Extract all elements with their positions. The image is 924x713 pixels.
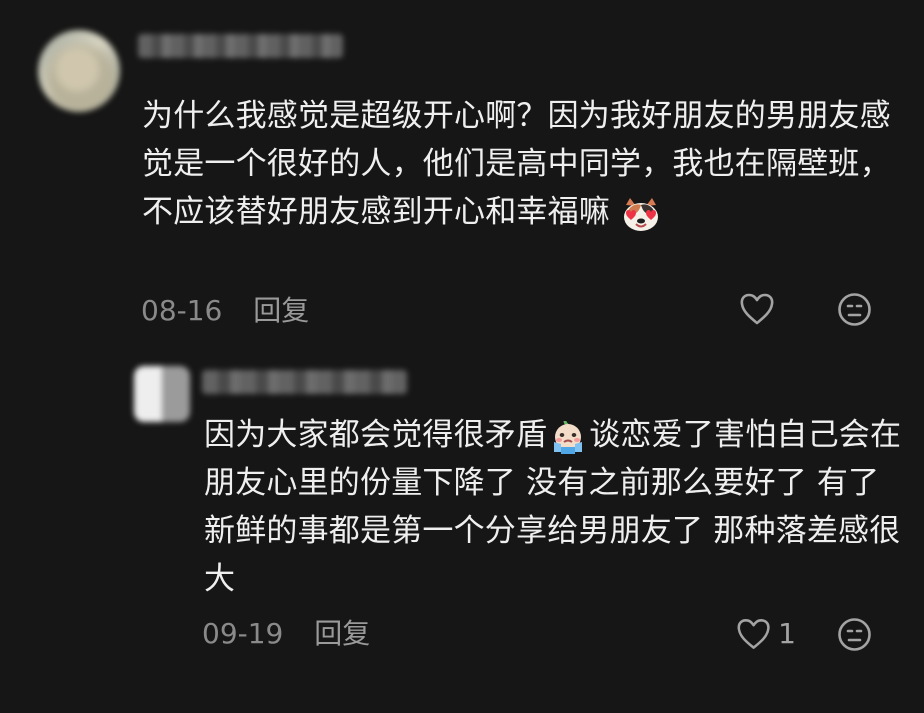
comment-date: 08-16 <box>141 294 223 327</box>
heart-eyes-cat-emoji-icon <box>620 197 662 233</box>
reply-avatar[interactable] <box>134 366 190 422</box>
reply-meta: 09-19 回复 <box>202 617 370 651</box>
reply-button[interactable]: 回复 <box>253 294 309 327</box>
comment-text: 为什么我感觉是超级开心啊？因为我好朋友的男朋友感觉是一个很好的人，他们是高中同学… <box>142 92 902 236</box>
username-blurred[interactable] <box>138 34 343 58</box>
like-button[interactable] <box>739 292 775 326</box>
comment-meta: 08-16 回复 <box>141 294 309 328</box>
neutral-face-icon <box>838 293 871 326</box>
dislike-button[interactable] <box>837 292 872 327</box>
reply-username-blurred[interactable] <box>202 370 407 394</box>
reply-body-start: 因为大家都会觉得很矛盾 <box>204 417 548 453</box>
reply-like-button[interactable]: 1 <box>736 617 796 651</box>
reply-date: 09-19 <box>202 617 284 650</box>
neutral-face-icon <box>838 618 871 651</box>
reply-button[interactable]: 回复 <box>314 617 370 650</box>
heart-outline-icon <box>737 619 770 649</box>
comment-body: 为什么我感觉是超级开心啊？因为我好朋友的男朋友感觉是一个很好的人，他们是高中同学… <box>142 98 891 230</box>
heart-outline-icon <box>740 293 774 325</box>
worried-baby-emoji-icon <box>549 419 587 455</box>
reply-text: 因为大家都会觉得很矛盾 谈恋爱了害怕自己会在朋友心里的份量下降了 没有之前那么要… <box>204 411 904 603</box>
avatar[interactable] <box>38 30 120 112</box>
comment-thread: 为什么我感觉是超级开心啊？因为我好朋友的男朋友感觉是一个很好的人，他们是高中同学… <box>0 0 924 713</box>
reply-dislike-button[interactable] <box>837 617 872 652</box>
like-count: 1 <box>778 617 796 650</box>
